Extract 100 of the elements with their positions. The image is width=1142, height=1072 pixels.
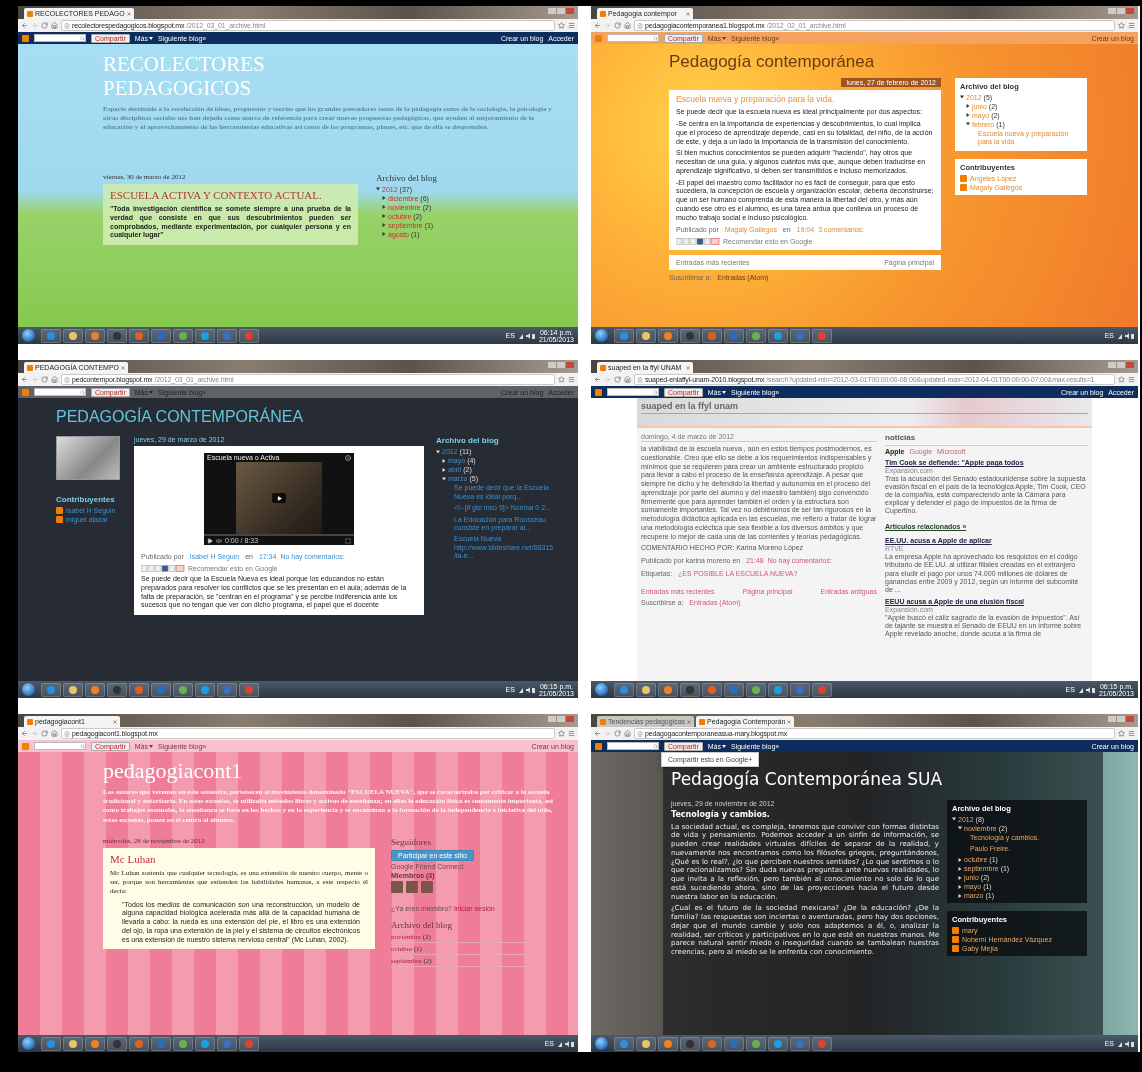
collapsed-arrow-icon[interactable] bbox=[958, 893, 962, 898]
expanded-arrow-icon[interactable] bbox=[958, 826, 962, 831]
window-controls-icon[interactable] bbox=[548, 362, 574, 369]
collapsed-arrow-icon[interactable] bbox=[958, 875, 962, 880]
avatar-placeholder[interactable] bbox=[391, 880, 403, 893]
start-button[interactable] bbox=[22, 1037, 35, 1050]
info-icon[interactable] bbox=[345, 454, 351, 461]
taskbar-app-icon[interactable] bbox=[702, 328, 722, 343]
taskbar-app-icon[interactable] bbox=[41, 1036, 61, 1051]
tray-icons[interactable] bbox=[1118, 332, 1134, 339]
reload-icon[interactable] bbox=[614, 376, 621, 383]
taskbar-app-icon[interactable] bbox=[217, 1036, 237, 1051]
taskbar-app-icon[interactable] bbox=[746, 328, 766, 343]
taskbar-app-icon[interactable] bbox=[239, 1036, 259, 1051]
taskbar-app-icon[interactable] bbox=[151, 682, 171, 697]
avatar-placeholder[interactable] bbox=[421, 880, 433, 893]
close-icon[interactable] bbox=[787, 719, 792, 724]
collapsed-arrow-icon[interactable] bbox=[442, 467, 446, 472]
taskbar-app-icon[interactable] bbox=[107, 1036, 127, 1051]
taskbar-app-icon[interactable] bbox=[173, 328, 193, 343]
back-icon[interactable] bbox=[21, 22, 28, 29]
search-icon[interactable] bbox=[653, 389, 658, 395]
search-field[interactable] bbox=[607, 742, 659, 750]
fullscreen-icon[interactable] bbox=[345, 537, 351, 544]
blogger-icon[interactable] bbox=[595, 742, 602, 750]
expanded-arrow-icon[interactable] bbox=[960, 95, 964, 100]
collapsed-arrow-icon[interactable] bbox=[958, 884, 962, 889]
search-field[interactable] bbox=[607, 388, 659, 396]
close-icon[interactable] bbox=[687, 719, 692, 724]
search-icon[interactable] bbox=[653, 35, 658, 41]
home-icon[interactable] bbox=[624, 730, 631, 737]
reload-icon[interactable] bbox=[41, 376, 48, 383]
taskbar-app-icon[interactable] bbox=[217, 682, 237, 697]
collapsed-arrow-icon[interactable] bbox=[382, 196, 386, 201]
taskbar-app-icon[interactable] bbox=[63, 328, 83, 343]
taskbar-app-icon[interactable] bbox=[702, 682, 722, 697]
home-icon[interactable] bbox=[624, 376, 631, 383]
expanded-arrow-icon[interactable] bbox=[376, 187, 380, 192]
taskbar-app-icon[interactable] bbox=[129, 328, 149, 343]
taskbar-app-icon[interactable] bbox=[658, 1036, 678, 1051]
blog-title[interactable]: Pedagogía contemporánea bbox=[669, 52, 1089, 72]
menu-icon[interactable] bbox=[1128, 22, 1135, 29]
taskbar-app-icon[interactable] bbox=[680, 682, 700, 697]
search-icon[interactable] bbox=[653, 743, 658, 749]
back-icon[interactable] bbox=[21, 730, 28, 737]
taskbar-app-icon[interactable] bbox=[85, 682, 105, 697]
menu-icon[interactable] bbox=[568, 730, 575, 737]
back-icon[interactable] bbox=[594, 730, 601, 737]
taskbar-app-icon[interactable] bbox=[151, 328, 171, 343]
post-title[interactable]: Tecnología y cambios. bbox=[671, 809, 939, 819]
reload-icon[interactable] bbox=[41, 730, 48, 737]
home-icon[interactable] bbox=[624, 22, 631, 29]
taskbar-app-icon[interactable] bbox=[636, 328, 656, 343]
start-button[interactable] bbox=[595, 1037, 608, 1050]
home-icon[interactable] bbox=[51, 376, 58, 383]
bookmark-star-icon[interactable] bbox=[558, 730, 565, 737]
back-icon[interactable] bbox=[594, 376, 601, 383]
taskbar-app-icon[interactable] bbox=[768, 1036, 788, 1051]
expanded-arrow-icon[interactable] bbox=[966, 122, 970, 127]
reload-icon[interactable] bbox=[41, 22, 48, 29]
back-icon[interactable] bbox=[21, 376, 28, 383]
taskbar-app-icon[interactable] bbox=[812, 1036, 832, 1051]
close-icon[interactable] bbox=[121, 365, 125, 370]
taskbar-app-icon[interactable] bbox=[129, 1036, 149, 1051]
bookmark-star-icon[interactable] bbox=[1118, 376, 1125, 383]
collapsed-arrow-icon[interactable] bbox=[966, 104, 970, 109]
share-buttons-icon[interactable] bbox=[676, 238, 720, 246]
taskbar-app-icon[interactable] bbox=[85, 1036, 105, 1051]
bookmark-star-icon[interactable] bbox=[558, 376, 565, 383]
search-field[interactable] bbox=[34, 742, 86, 750]
expanded-arrow-icon[interactable] bbox=[436, 449, 440, 454]
home-icon[interactable] bbox=[51, 22, 58, 29]
collapsed-arrow-icon[interactable] bbox=[382, 205, 386, 210]
taskbar-app-icon[interactable] bbox=[173, 1036, 193, 1051]
start-button[interactable] bbox=[595, 329, 608, 342]
window-controls-icon[interactable] bbox=[1108, 8, 1134, 15]
search-icon[interactable] bbox=[80, 389, 85, 395]
taskbar-app-icon[interactable] bbox=[107, 328, 127, 343]
taskbar-app-icon[interactable] bbox=[724, 328, 744, 343]
taskbar-app-icon[interactable] bbox=[614, 1036, 634, 1051]
taskbar-app-icon[interactable] bbox=[790, 682, 810, 697]
tray-icons[interactable] bbox=[558, 1040, 574, 1047]
taskbar-app-icon[interactable] bbox=[680, 328, 700, 343]
taskbar-app-icon[interactable] bbox=[658, 328, 678, 343]
taskbar-app-icon[interactable] bbox=[63, 682, 83, 697]
taskbar-app-icon[interactable] bbox=[195, 1036, 215, 1051]
menu-icon[interactable] bbox=[568, 376, 575, 383]
taskbar-app-icon[interactable] bbox=[41, 682, 61, 697]
collapsed-arrow-icon[interactable] bbox=[958, 866, 962, 871]
taskbar-app-icon[interactable] bbox=[680, 1036, 700, 1051]
window-controls-icon[interactable] bbox=[548, 8, 574, 15]
menu-icon[interactable] bbox=[1128, 730, 1135, 737]
collapsed-arrow-icon[interactable] bbox=[382, 214, 386, 219]
reload-icon[interactable] bbox=[614, 22, 621, 29]
search-field[interactable] bbox=[34, 388, 86, 396]
taskbar-app-icon[interactable] bbox=[746, 682, 766, 697]
window-controls-icon[interactable] bbox=[1108, 716, 1134, 723]
close-icon[interactable] bbox=[686, 11, 690, 16]
collapsed-arrow-icon[interactable] bbox=[382, 223, 386, 228]
tray-icons[interactable] bbox=[1078, 686, 1095, 693]
